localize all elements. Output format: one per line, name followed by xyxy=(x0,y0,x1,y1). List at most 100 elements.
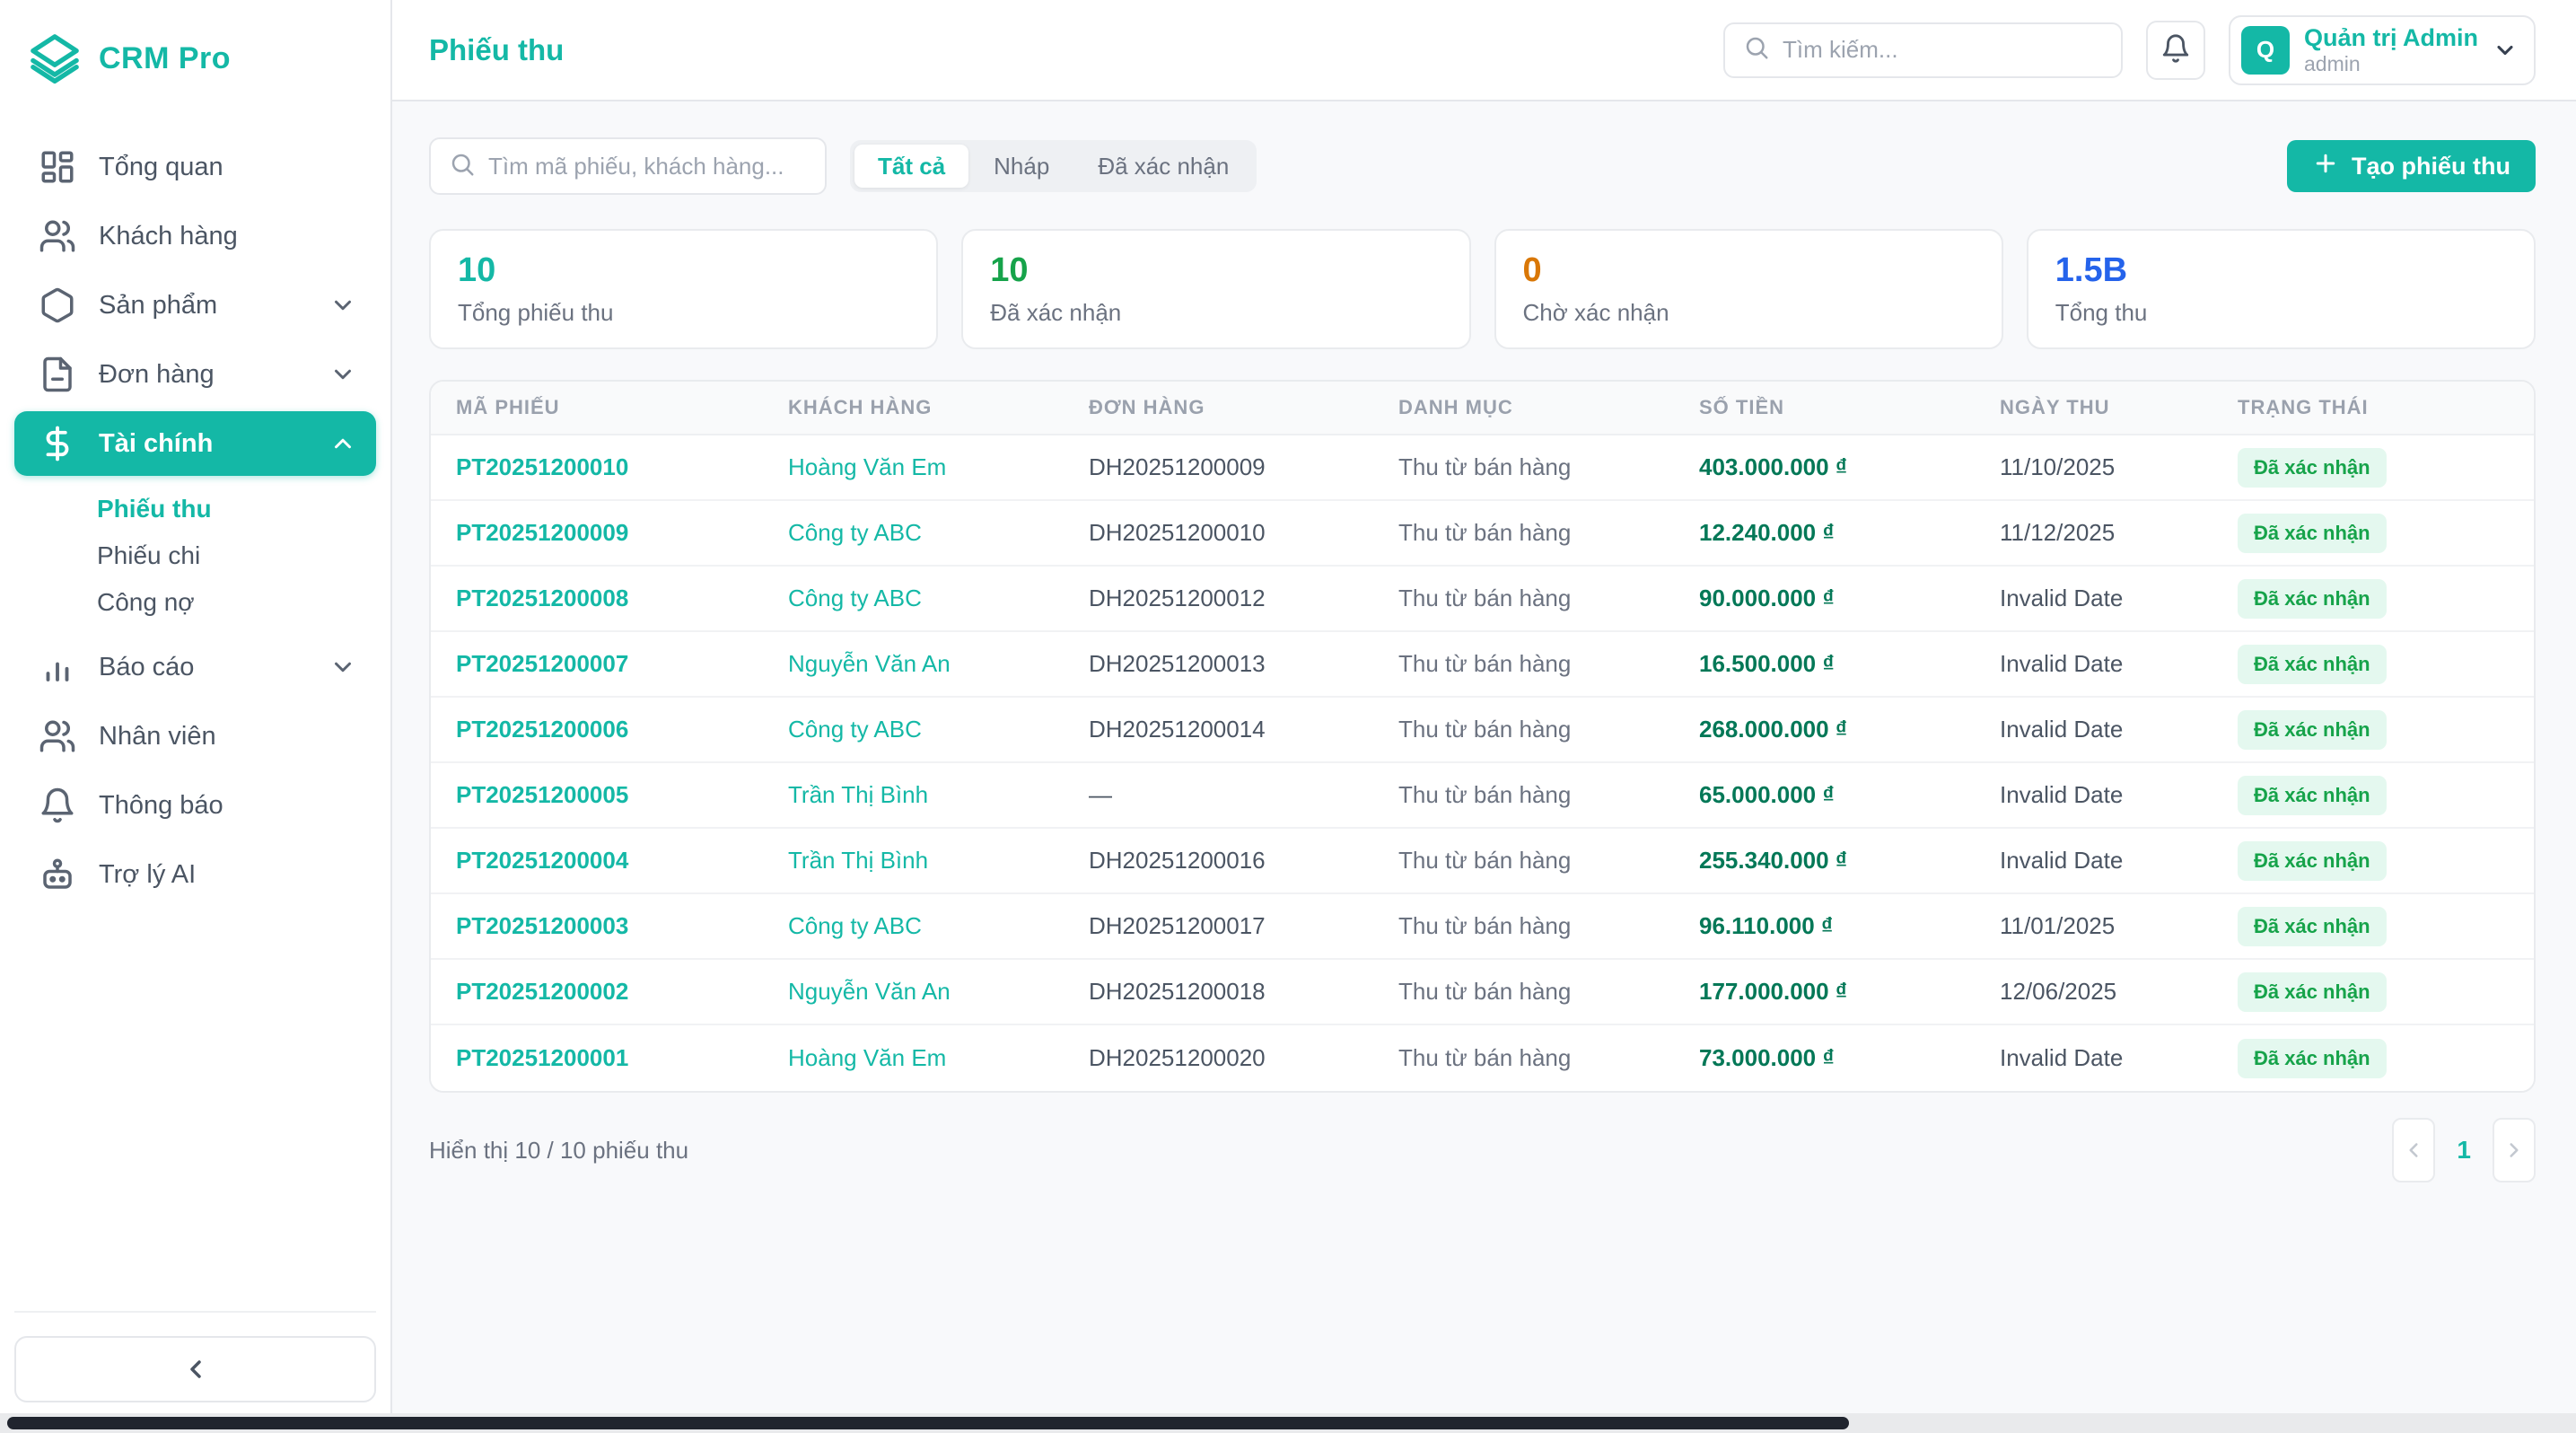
date-value: 12/06/2025 xyxy=(1975,978,2212,1006)
tab-nhap[interactable]: Nháp xyxy=(970,145,1073,188)
sidebar-item-thong-bao[interactable]: Thông báo xyxy=(14,773,376,838)
global-search-input[interactable] xyxy=(1783,36,2103,64)
amount-value: 255.340.000 ₫ xyxy=(1674,847,1975,875)
receipts-table: Mã phiếu Khách hàng Đơn hàng Danh mục Số… xyxy=(429,380,2536,1093)
receipt-code-link[interactable]: PT20251200003 xyxy=(431,912,763,940)
submenu-item-phieu-chi[interactable]: Phiếu chi xyxy=(14,532,376,579)
customer-link[interactable]: Trần Thị Bình xyxy=(763,847,1064,875)
notifications-button[interactable] xyxy=(2146,21,2205,80)
order-code: DH20251200017 xyxy=(1064,912,1373,940)
content-area: Tất cả Nháp Đã xác nhận Tạo phiếu thu 10… xyxy=(392,101,2576,1433)
table-row[interactable]: PT20251200006 Công ty ABC DH20251200014 … xyxy=(431,698,2534,763)
date-value: Invalid Date xyxy=(1975,716,2212,743)
table-row[interactable]: PT20251200002 Nguyễn Văn An DH2025120001… xyxy=(431,960,2534,1025)
status-badge: Đã xác nhận xyxy=(2238,710,2387,750)
column-header: Số tiền xyxy=(1674,396,1975,419)
create-receipt-button[interactable]: Tạo phiếu thu xyxy=(2287,140,2536,192)
category-label: Thu từ bán hàng xyxy=(1373,650,1674,678)
tab-tat-ca[interactable]: Tất cả xyxy=(854,145,968,188)
column-header: Danh mục xyxy=(1373,396,1674,419)
sidebar-item-don-hang[interactable]: Đơn hàng xyxy=(14,342,376,407)
submenu-item-cong-no[interactable]: Công nợ xyxy=(14,579,376,626)
receipt-search[interactable] xyxy=(429,137,827,195)
table-row[interactable]: PT20251200003 Công ty ABC DH20251200017 … xyxy=(431,894,2534,960)
chevron-down-icon xyxy=(2493,38,2518,63)
avatar: Q xyxy=(2241,26,2290,75)
receipt-code-link[interactable]: PT20251200009 xyxy=(431,519,763,547)
horizontal-scrollbar-thumb[interactable] xyxy=(7,1417,1849,1429)
receipt-code-link[interactable]: PT20251200007 xyxy=(431,650,763,678)
user-menu[interactable]: Q Quản trị Admin admin xyxy=(2229,15,2536,85)
sidebar-item-tai-chinh[interactable]: Tài chính xyxy=(14,411,376,476)
chevron-up-icon xyxy=(329,430,356,457)
category-label: Thu từ bán hàng xyxy=(1373,453,1674,481)
receipt-code-link[interactable]: PT20251200002 xyxy=(431,978,763,1006)
sidebar-item-san-pham[interactable]: Sản phẩm xyxy=(14,273,376,338)
sidebar-item-tong-quan[interactable]: Tổng quan xyxy=(14,135,376,199)
submenu-item-phieu-thu[interactable]: Phiếu thu xyxy=(14,486,376,532)
category-label: Thu từ bán hàng xyxy=(1373,716,1674,743)
table-header-row: Mã phiếu Khách hàng Đơn hàng Danh mục Số… xyxy=(431,382,2534,435)
customer-link[interactable]: Nguyễn Văn An xyxy=(763,978,1064,1006)
tab-da-xac-nhan[interactable]: Đã xác nhận xyxy=(1074,145,1252,188)
column-header: Trạng thái xyxy=(2212,396,2534,419)
order-code: DH20251200009 xyxy=(1064,453,1373,481)
customer-link[interactable]: Công ty ABC xyxy=(763,519,1064,547)
table-row[interactable]: PT20251200010 Hoàng Văn Em DH20251200009… xyxy=(431,435,2534,501)
previous-page-button[interactable] xyxy=(2392,1118,2435,1182)
table-row[interactable]: PT20251200005 Trần Thị Bình — Thu từ bán… xyxy=(431,763,2534,829)
search-icon xyxy=(449,151,476,182)
receipt-code-link[interactable]: PT20251200010 xyxy=(431,453,763,481)
stat-value: 1.5B xyxy=(2055,251,2507,290)
dashboard-grid-icon xyxy=(38,147,77,187)
date-value: Invalid Date xyxy=(1975,847,2212,875)
stat-label: Tổng thu xyxy=(2055,299,2507,327)
table-row[interactable]: PT20251200009 Công ty ABC DH20251200010 … xyxy=(431,501,2534,567)
stat-value: 0 xyxy=(1523,251,1975,290)
table-row[interactable]: PT20251200001 Hoàng Văn Em DH20251200020… xyxy=(431,1025,2534,1091)
receipt-code-link[interactable]: PT20251200001 xyxy=(431,1044,763,1072)
sidebar-collapse-button[interactable] xyxy=(14,1336,376,1402)
receipt-code-link[interactable]: PT20251200006 xyxy=(431,716,763,743)
receipt-table-body: PT20251200010 Hoàng Văn Em DH20251200009… xyxy=(431,435,2534,1091)
category-label: Thu từ bán hàng xyxy=(1373,585,1674,612)
customer-link[interactable]: Hoàng Văn Em xyxy=(763,453,1064,481)
sidebar-item-label: Sản phẩm xyxy=(99,291,308,321)
chevron-down-icon xyxy=(329,654,356,681)
customer-link[interactable]: Nguyễn Văn An xyxy=(763,650,1064,678)
sidebar-item-tro-ly-ai[interactable]: Trợ lý AI xyxy=(14,842,376,907)
date-value: Invalid Date xyxy=(1975,650,2212,678)
sidebar-item-bao-cao[interactable]: Báo cáo xyxy=(14,635,376,699)
next-page-button[interactable] xyxy=(2493,1118,2536,1182)
receipt-search-input[interactable] xyxy=(488,153,807,180)
table-row[interactable]: PT20251200007 Nguyễn Văn An DH2025120001… xyxy=(431,632,2534,698)
table-row[interactable]: PT20251200004 Trần Thị Bình DH2025120001… xyxy=(431,829,2534,894)
table-row[interactable]: PT20251200008 Công ty ABC DH20251200012 … xyxy=(431,567,2534,632)
stat-label: Tổng phiếu thu xyxy=(458,299,909,327)
sidebar-item-nhan-vien[interactable]: Nhân viên xyxy=(14,704,376,769)
customer-link[interactable]: Công ty ABC xyxy=(763,716,1064,743)
receipt-code-link[interactable]: PT20251200004 xyxy=(431,847,763,875)
customer-link[interactable]: Hoàng Văn Em xyxy=(763,1044,1064,1072)
category-label: Thu từ bán hàng xyxy=(1373,847,1674,875)
category-label: Thu từ bán hàng xyxy=(1373,519,1674,547)
order-code: DH20251200012 xyxy=(1064,585,1373,612)
customer-link[interactable]: Trần Thị Bình xyxy=(763,781,1064,809)
date-value: Invalid Date xyxy=(1975,585,2212,612)
global-search[interactable] xyxy=(1723,22,2123,78)
order-code: DH20251200010 xyxy=(1064,519,1373,547)
receipt-code-link[interactable]: PT20251200008 xyxy=(431,585,763,612)
date-value: 11/10/2025 xyxy=(1975,453,2212,481)
current-page: 1 xyxy=(2457,1136,2471,1165)
customer-link[interactable]: Công ty ABC xyxy=(763,912,1064,940)
amount-value: 65.000.000 ₫ xyxy=(1674,781,1975,809)
sidebar-item-label: Tổng quan xyxy=(99,153,356,182)
horizontal-scrollbar[interactable] xyxy=(0,1413,2576,1433)
customer-link[interactable]: Công ty ABC xyxy=(763,585,1064,612)
receipt-code-link[interactable]: PT20251200005 xyxy=(431,781,763,809)
sidebar-item-khach-hang[interactable]: Khách hàng xyxy=(14,204,376,268)
stats-row: 10 Tổng phiếu thu 10 Đã xác nhận 0 Chờ x… xyxy=(429,229,2536,349)
status-badge: Đã xác nhận xyxy=(2238,645,2387,684)
order-code: DH20251200013 xyxy=(1064,650,1373,678)
app-logo[interactable]: CRM Pro xyxy=(14,25,376,92)
